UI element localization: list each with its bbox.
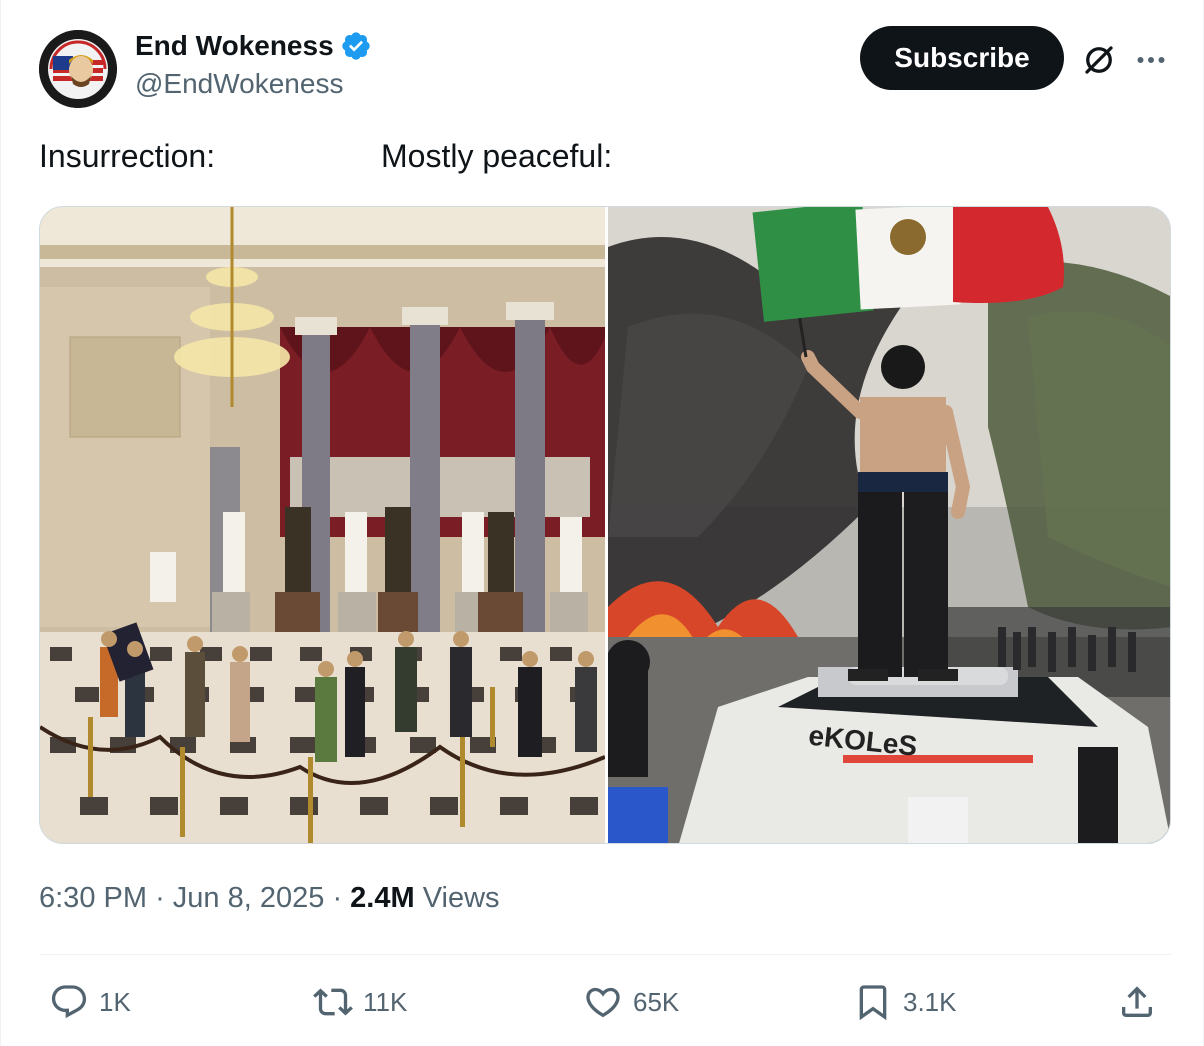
- display-name-row: End Wokeness: [135, 28, 372, 64]
- tweet-text: Insurrection: Mostly peaceful:: [39, 138, 1169, 178]
- heart-icon: [586, 987, 620, 1018]
- repost-icon: [313, 988, 353, 1016]
- verified-badge-icon[interactable]: [340, 30, 372, 62]
- photo-capitol-hall[interactable]: [40, 207, 605, 843]
- photo-car-protest[interactable]: eKOLeS: [608, 207, 1170, 843]
- bookmark-count: 3.1K: [903, 986, 957, 1017]
- tweet-meta: 6:30 PM · Jun 8, 2025 · 2.4M Views: [39, 882, 500, 915]
- display-name[interactable]: End Wokeness: [135, 30, 334, 62]
- reply-icon: [51, 985, 87, 1019]
- tweet-text-right: Mostly peaceful:: [381, 138, 613, 174]
- like-button[interactable]: 65K: [583, 978, 679, 1026]
- more-icon[interactable]: [1133, 42, 1169, 78]
- tweet-card: End Wokeness @EndWokeness Subscribe Insu…: [0, 0, 1204, 1046]
- bookmark-icon: [859, 985, 887, 1021]
- meta-separator: ·: [155, 882, 165, 914]
- tweet-header: End Wokeness @EndWokeness Subscribe: [39, 26, 1169, 108]
- views-label: Views: [422, 882, 500, 914]
- repost-button[interactable]: 11K: [313, 978, 407, 1026]
- avatar[interactable]: [39, 30, 117, 108]
- reply-button[interactable]: 1K: [49, 978, 131, 1026]
- tweet-text-left: Insurrection:: [39, 138, 216, 174]
- capitol-hall-image: [40, 207, 605, 843]
- meta-separator: ·: [332, 882, 343, 914]
- share-button[interactable]: [1117, 978, 1167, 1026]
- car-protest-image: eKOLeS: [608, 207, 1170, 843]
- author-names: End Wokeness @EndWokeness: [135, 28, 372, 100]
- grok-icon[interactable]: [1081, 42, 1117, 78]
- media-grid: eKOLeS: [39, 206, 1171, 844]
- avatar-logo-icon: [39, 30, 117, 108]
- subscribe-button[interactable]: Subscribe: [860, 26, 1064, 90]
- post-date[interactable]: Jun 8, 2025: [173, 882, 325, 914]
- handle[interactable]: @EndWokeness: [135, 68, 372, 100]
- reply-count: 1K: [99, 986, 131, 1017]
- repost-count: 11K: [363, 986, 408, 1017]
- views-count: 2.4M: [350, 882, 415, 914]
- like-count: 65K: [633, 986, 680, 1017]
- action-bar: 1K 11K 65K 3.1K: [39, 978, 1171, 1026]
- divider: [39, 954, 1171, 955]
- post-time[interactable]: 6:30 PM: [39, 882, 147, 914]
- share-icon: [1122, 986, 1152, 1017]
- bookmark-button[interactable]: 3.1K: [853, 978, 957, 1026]
